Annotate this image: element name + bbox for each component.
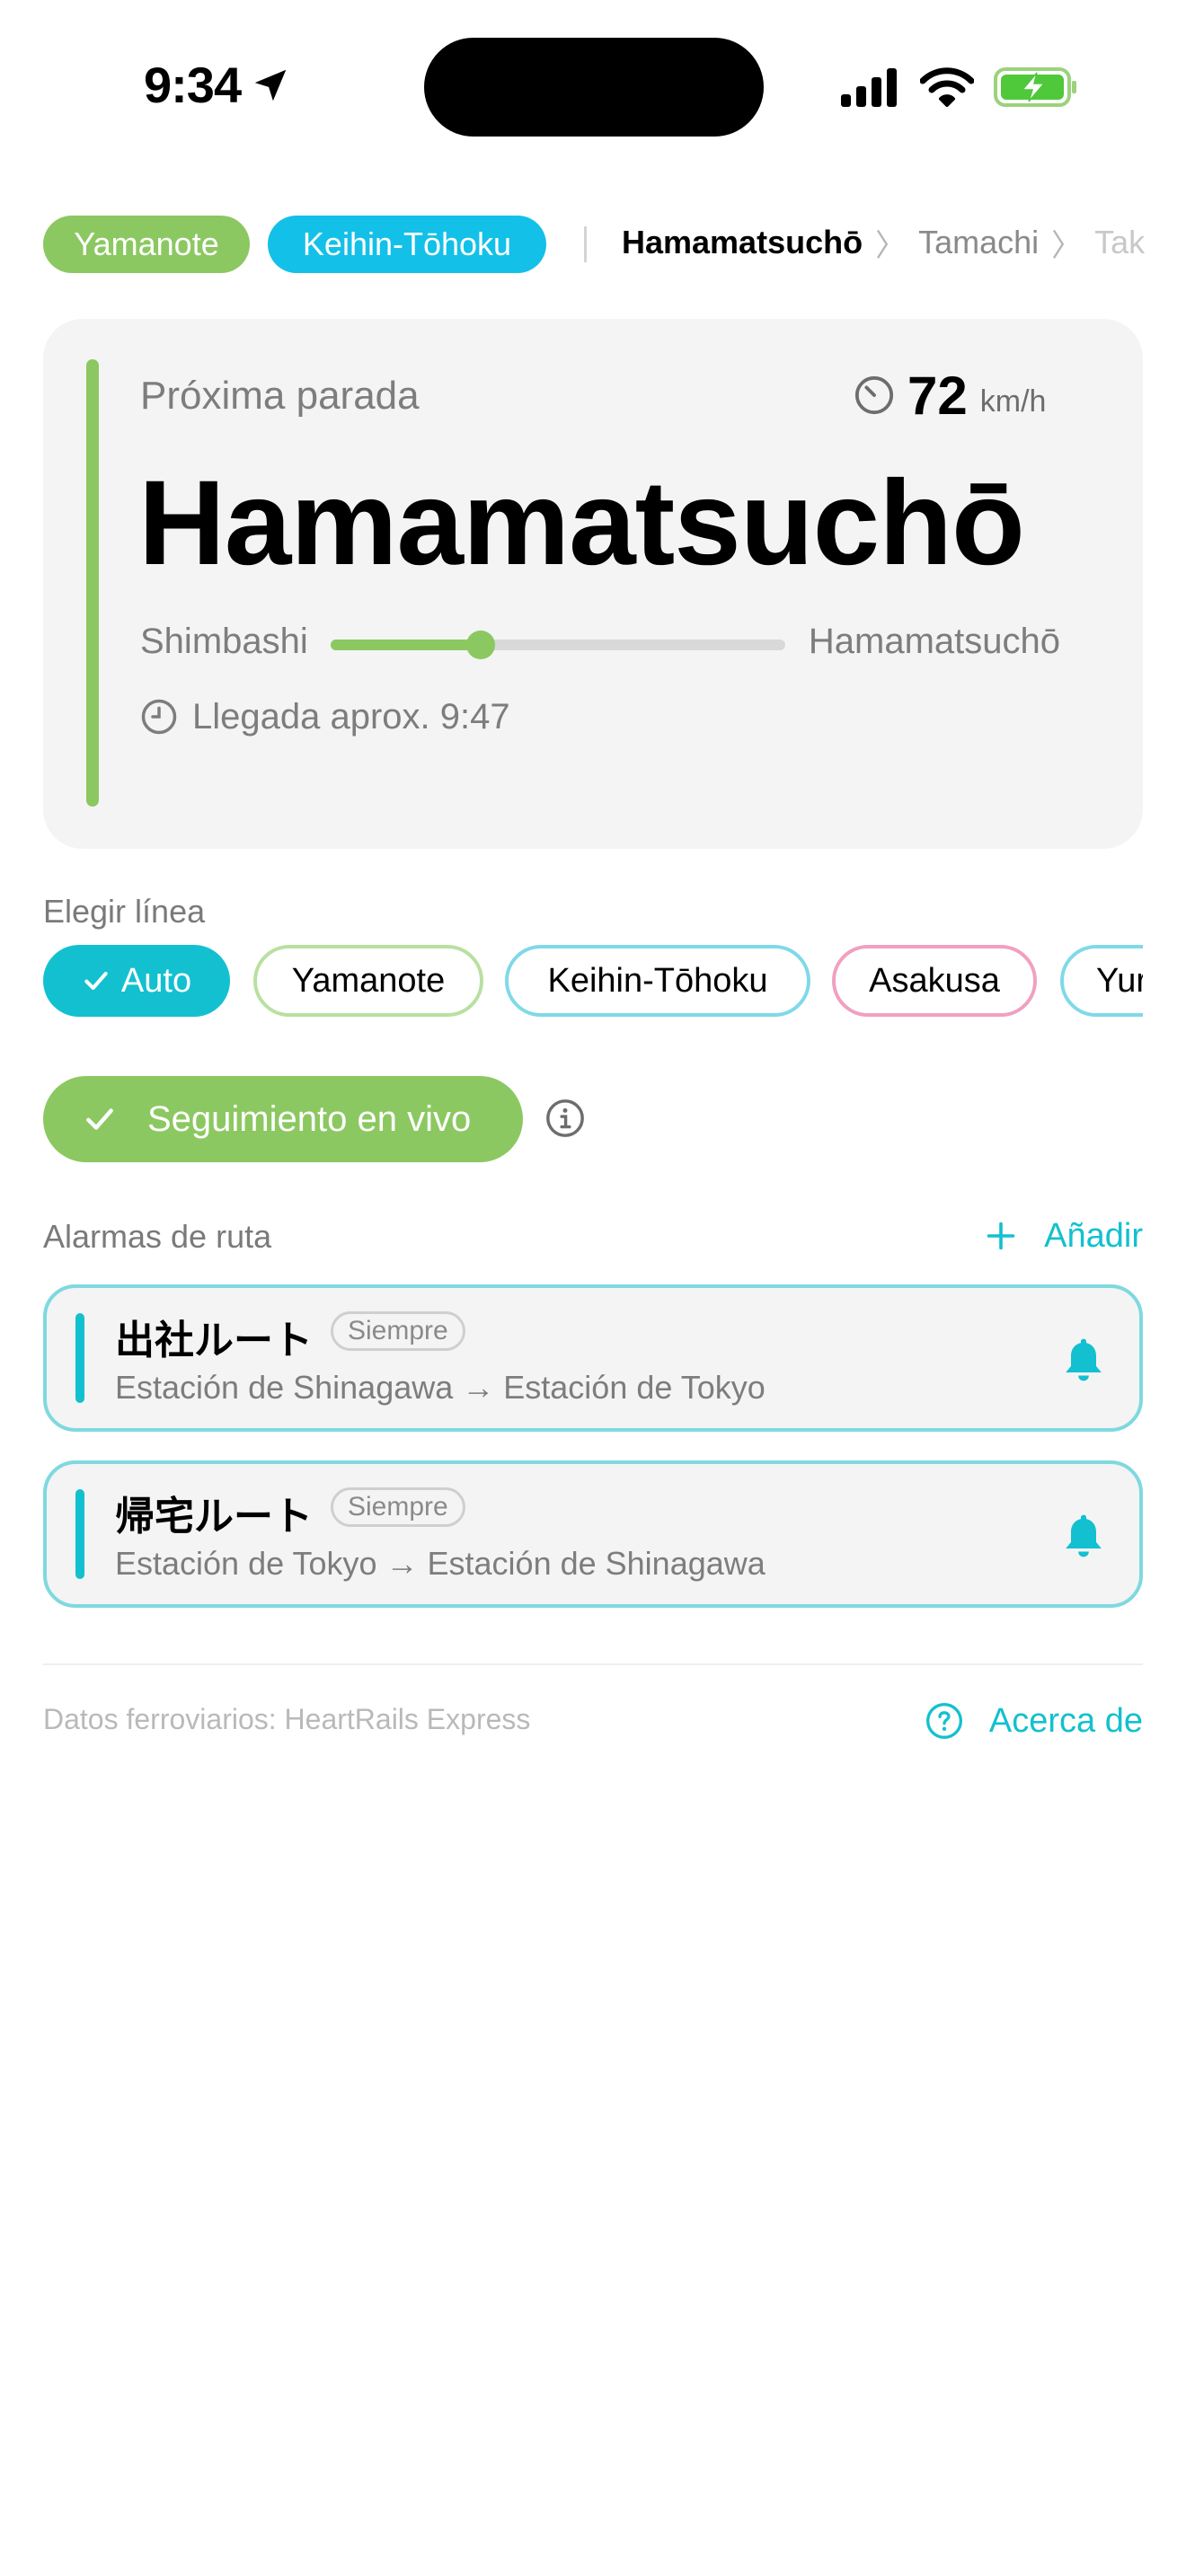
alarm-route: Estación de Tokyo → Estación de Shinagaw… <box>115 1545 766 1582</box>
checkmark-icon <box>86 1108 113 1130</box>
breadcrumb: Hamamatsuchō 〉 Tamachi 〉 Taka <box>622 216 1145 269</box>
breadcrumb-current: Hamamatsuchō <box>622 224 863 260</box>
next-stop-label: Próxima parada <box>140 374 420 418</box>
breadcrumb-item: Tamachi <box>918 224 1040 260</box>
breadcrumb-item: Taka <box>1094 224 1145 260</box>
speed-value: 72 <box>907 365 968 426</box>
data-source: Datos ferroviarios: HeartRails Express <box>43 1703 530 1736</box>
status-time-text: 9:34 <box>144 57 242 113</box>
line-color-bar <box>86 359 99 807</box>
progress-indicator <box>466 631 495 659</box>
line-chip-label: Yamanote <box>74 225 219 262</box>
line-picker: Auto Yamanote Keihin-Tōhoku Asakusa Yur <box>43 945 1143 1020</box>
line-option-yamanote[interactable]: Yamanote <box>253 945 483 1017</box>
wifi-icon <box>920 67 974 107</box>
plus-icon <box>987 1222 1015 1250</box>
about-button[interactable]: Acerca de <box>925 1696 1143 1746</box>
status-time: 9:34 <box>144 56 291 114</box>
alarm-item[interactable]: 出社ルート Siempre Estación de Shinagawa → Es… <box>43 1284 1143 1432</box>
line-option-label: Asakusa <box>869 961 1000 1000</box>
checkmark-icon <box>84 972 108 990</box>
data-source-label: Datos ferroviarios: <box>43 1703 277 1735</box>
next-station-name: Hamamatsuchō <box>138 456 1025 590</box>
speed-unit: km/h <box>979 384 1047 419</box>
line-option-keihin-tohoku[interactable]: Keihin-Tōhoku <box>505 945 810 1017</box>
battery-charging-icon <box>994 67 1076 107</box>
bell-icon[interactable] <box>1058 1333 1109 1387</box>
help-circle-icon <box>925 1703 962 1739</box>
line-option-label: Auto <box>120 961 192 1000</box>
footer-divider <box>43 1663 1143 1665</box>
line-picker-label: Elegir línea <box>43 893 206 930</box>
live-tracking-toggle[interactable]: Seguimiento en vivo <box>43 1076 523 1162</box>
live-tracking-label: Seguimiento en vivo <box>147 1098 472 1139</box>
dynamic-island <box>424 38 764 137</box>
line-chip-yamanote[interactable]: Yamanote <box>43 216 250 273</box>
data-source-name: HeartRails Express <box>284 1703 531 1735</box>
info-icon[interactable] <box>544 1098 586 1139</box>
status-icons <box>841 63 1078 111</box>
alarm-badge: Siempre <box>331 1311 465 1351</box>
eta-row: Llegada aprox. 9:47 <box>140 692 510 742</box>
about-label: Acerca de <box>988 1701 1143 1740</box>
line-option-label: Yur <box>1096 961 1143 1000</box>
line-option-yurikamome[interactable]: Yur <box>1060 945 1143 1017</box>
from-station: Shimbashi <box>140 622 308 661</box>
alarm-badge: Siempre <box>331 1487 465 1527</box>
speedometer-icon <box>854 375 894 415</box>
line-option-auto[interactable]: Auto <box>43 945 230 1017</box>
breadcrumb-chevron-icon: 〉 <box>1051 228 1083 263</box>
alarm-title: 出社ルート <box>115 1319 313 1363</box>
alarm-route: Estación de Shinagawa → Estación de Toky… <box>115 1369 766 1406</box>
alarm-item[interactable]: 帰宅ルート Siempre Estación de Tokyo → Estaci… <box>43 1460 1143 1608</box>
line-option-label: Yamanote <box>291 961 446 1000</box>
progress-fill <box>331 640 481 650</box>
speed-readout: 72 km/h <box>854 363 1046 428</box>
alarms-label: Alarmas de ruta <box>43 1218 272 1255</box>
to-station: Hamamatsuchō <box>808 622 1060 661</box>
alarm-color-bar <box>75 1489 84 1579</box>
line-option-asakusa[interactable]: Asakusa <box>832 945 1037 1017</box>
cellular-signal-icon <box>841 68 897 107</box>
breadcrumb-chevron-icon: 〉 <box>875 228 907 263</box>
add-alarm-button[interactable]: Añadir <box>985 1211 1143 1261</box>
clock-icon <box>141 699 177 735</box>
add-alarm-label: Añadir <box>1044 1216 1143 1255</box>
eta-text: Llegada aprox. 9:47 <box>192 696 510 737</box>
alarm-color-bar <box>75 1313 84 1403</box>
line-option-label: Keihin-Tōhoku <box>547 961 768 1000</box>
line-chip-label: Keihin-Tōhoku <box>302 225 512 262</box>
bell-icon[interactable] <box>1058 1509 1109 1563</box>
alarm-title: 帰宅ルート <box>115 1495 313 1539</box>
line-chip-keihin-tohoku[interactable]: Keihin-Tōhoku <box>268 216 546 273</box>
chip-divider <box>584 226 587 262</box>
location-arrow-icon <box>254 69 287 101</box>
